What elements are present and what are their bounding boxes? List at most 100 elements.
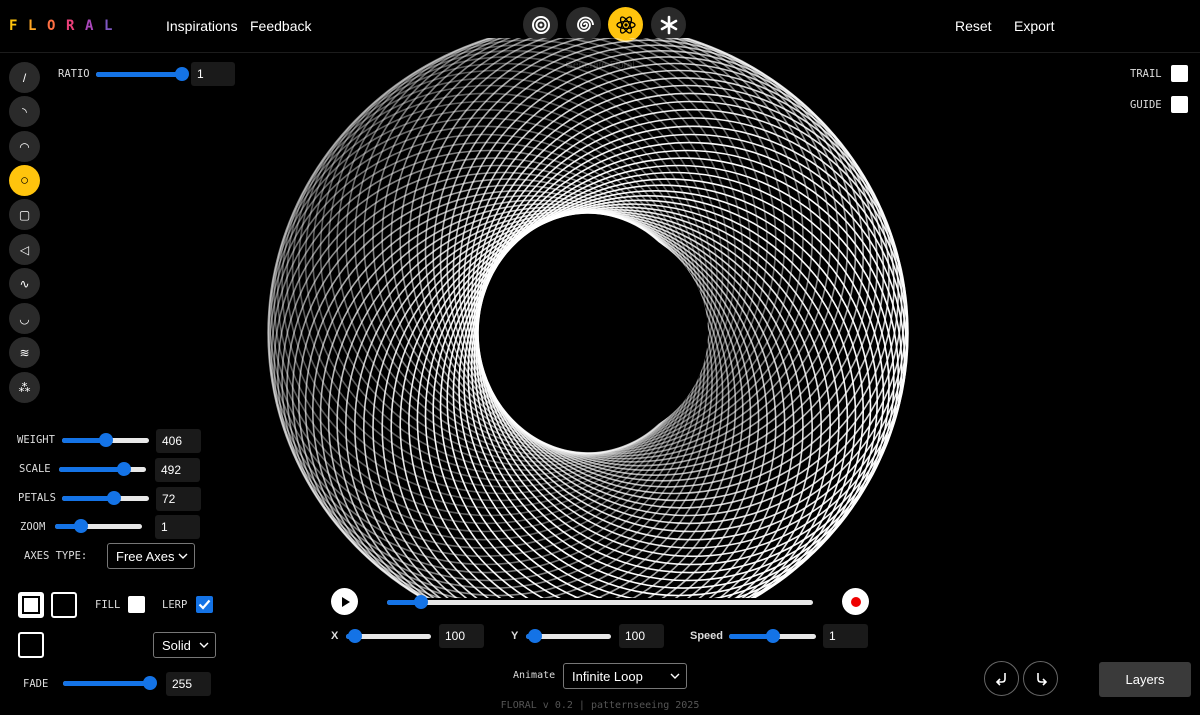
petals-slider[interactable]: [62, 488, 149, 508]
concentric-circles-icon: [531, 15, 550, 34]
speed-slider[interactable]: [729, 626, 816, 646]
fill-color-swatch[interactable]: [18, 592, 44, 618]
axes-type-select[interactable]: Free Axes: [107, 543, 195, 569]
undo-icon: [995, 672, 1006, 686]
play-icon: [341, 596, 350, 607]
circle-icon: ○: [19, 172, 30, 189]
triangle-icon: ◁: [19, 242, 30, 257]
logo-letter: R: [66, 18, 75, 34]
y-value[interactable]: 100: [619, 624, 664, 648]
checkmark-icon: [198, 599, 211, 610]
speed-value[interactable]: 1: [823, 624, 868, 648]
axes-type-label: AXES TYPE:: [24, 550, 88, 562]
trail-label: TRAIL: [1130, 68, 1162, 80]
tool-particles[interactable]: ⁂: [9, 372, 40, 403]
particles-icon: ⁂: [18, 380, 31, 395]
reset-button[interactable]: Reset: [955, 18, 992, 34]
tool-wave[interactable]: ∿: [9, 268, 40, 299]
weight-value[interactable]: 406: [156, 429, 201, 453]
ratio-slider[interactable]: [96, 64, 189, 84]
x-label: X: [331, 630, 339, 642]
zoom-label: ZOOM: [20, 521, 46, 533]
scale-slider[interactable]: [59, 459, 146, 479]
wave-icon: ∿: [19, 276, 30, 291]
x-value[interactable]: 100: [439, 624, 484, 648]
y-label: Y: [511, 630, 519, 642]
animate-label: Animate: [513, 670, 556, 681]
timeline-slider[interactable]: [387, 592, 813, 612]
layers-button[interactable]: Layers: [1099, 662, 1191, 697]
background-color-swatch[interactable]: [18, 632, 44, 658]
x-slider[interactable]: [346, 626, 431, 646]
lerp-label: LERP: [162, 599, 188, 611]
zoom-slider[interactable]: [55, 516, 142, 536]
tool-square[interactable]: ▢: [9, 199, 40, 230]
pattern-center: [492, 225, 708, 441]
chevron-down-icon: [199, 642, 209, 648]
curve-icon: ◡: [19, 311, 30, 326]
zoom-value[interactable]: 1: [155, 515, 200, 539]
record-icon: [850, 596, 861, 607]
fill-label: FILL: [95, 599, 121, 611]
petals-label: PETALS: [18, 492, 56, 504]
inspirations-link[interactable]: Inspirations: [166, 18, 238, 34]
stroke-style-select[interactable]: Solid: [153, 632, 216, 658]
weight-slider[interactable]: [62, 430, 149, 450]
axes-type-value: Free Axes: [116, 549, 175, 564]
tool-curve[interactable]: ◡: [9, 303, 40, 334]
chevron-down-icon: [670, 673, 680, 679]
mode-asterisk-button[interactable]: [651, 7, 686, 42]
animate-select[interactable]: Infinite Loop: [563, 663, 687, 689]
speed-label: Speed: [690, 630, 724, 642]
scale-label: SCALE: [19, 463, 51, 475]
floral-pattern: [267, 38, 909, 598]
guide-checkbox[interactable]: [1171, 96, 1188, 113]
export-button[interactable]: Export: [1014, 18, 1054, 34]
floral-canvas[interactable]: [250, 38, 950, 598]
trail-checkbox[interactable]: [1171, 65, 1188, 82]
fill-checkbox[interactable]: [128, 596, 145, 613]
scale-value[interactable]: 492: [155, 458, 200, 482]
mode-atom-button[interactable]: [608, 7, 643, 42]
spiral-icon: [576, 16, 594, 32]
redo-button[interactable]: [1023, 661, 1058, 696]
logo-letter: A: [85, 18, 94, 34]
chevron-down-icon: [178, 553, 188, 559]
noise-wave-icon: ≋: [19, 345, 30, 360]
record-button[interactable]: [842, 588, 869, 615]
logo-letter: O: [47, 18, 56, 34]
line-icon: /: [22, 70, 27, 85]
tool-circle[interactable]: ○: [9, 165, 40, 196]
footer-version: FLORAL v 0.2 | patternseeing 2025: [500, 700, 700, 711]
lerp-checkbox[interactable]: [196, 596, 213, 613]
atom-icon: [615, 15, 636, 34]
tool-line[interactable]: /: [9, 62, 40, 93]
feedback-link[interactable]: Feedback: [250, 18, 311, 34]
ratio-label: RATIO: [58, 68, 90, 80]
fade-slider[interactable]: [63, 673, 157, 693]
logo-letter: L: [104, 18, 113, 34]
tool-arc[interactable]: ◠: [9, 131, 40, 162]
stroke-style-value: Solid: [162, 638, 191, 653]
stroke-color-swatch[interactable]: [51, 592, 77, 618]
logo-letter: L: [28, 18, 37, 34]
petals-value[interactable]: 72: [156, 487, 201, 511]
weight-label: WEIGHT: [17, 434, 55, 446]
play-button[interactable]: [331, 588, 358, 615]
arc-icon: ◠: [19, 139, 30, 154]
app-logo: FLORAL: [9, 18, 123, 34]
fade-value[interactable]: 255: [166, 672, 211, 696]
asterisk-icon: [660, 15, 677, 34]
mode-concentric-button[interactable]: [523, 7, 558, 42]
y-slider[interactable]: [526, 626, 611, 646]
redo-icon: [1036, 672, 1047, 686]
ratio-value[interactable]: 1: [191, 62, 235, 86]
animate-value: Infinite Loop: [572, 669, 643, 684]
undo-button[interactable]: [984, 661, 1019, 696]
tool-arc-small[interactable]: ◝: [9, 96, 40, 127]
tool-noise-wave[interactable]: ≋: [9, 337, 40, 368]
fade-label: FADE: [23, 678, 49, 690]
tool-triangle[interactable]: ◁: [9, 234, 40, 265]
square-icon: ▢: [18, 207, 31, 222]
mode-spiral-button[interactable]: [566, 7, 601, 42]
